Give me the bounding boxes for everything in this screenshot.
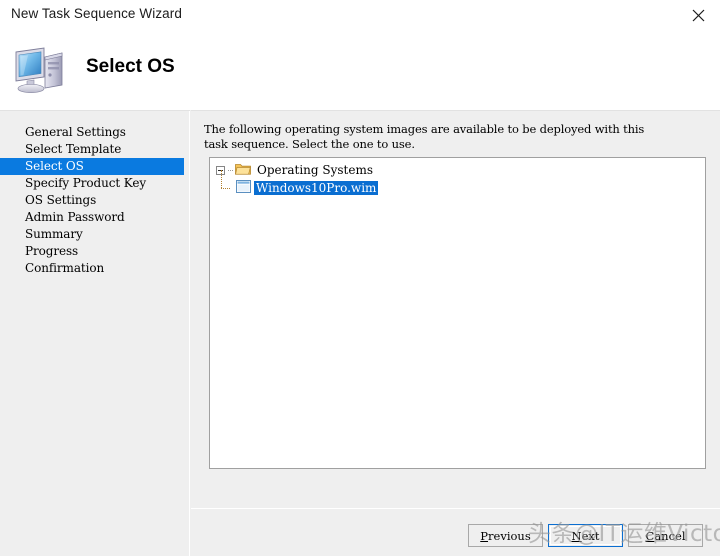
wizard-footer: Previous Next Cancel — [191, 512, 720, 556]
sidebar-item-confirmation[interactable]: Confirmation — [0, 260, 190, 277]
tree-connector — [228, 169, 233, 171]
sidebar-item-select-os[interactable]: Select OS — [0, 158, 184, 175]
sidebar-item-admin-password[interactable]: Admin Password — [0, 209, 190, 226]
computer-icon — [12, 44, 70, 96]
content-panel: The following operating system images ar… — [191, 111, 720, 508]
wizard-window: New Task Sequence Wizard Select OS Gener… — [0, 0, 720, 556]
cancel-button[interactable]: Cancel — [628, 524, 703, 547]
previous-button[interactable]: Previous — [468, 524, 543, 547]
wizard-header: Select OS — [0, 34, 720, 110]
wim-file-icon — [236, 180, 251, 196]
next-button[interactable]: Next — [548, 524, 623, 547]
sidebar-item-summary[interactable]: Summary — [0, 226, 190, 243]
tree-connector-horizontal — [221, 188, 230, 189]
tree-node-windows10pro-wim[interactable]: Windows10Pro.wim — [210, 170, 705, 197]
folder-icon — [235, 162, 251, 178]
sidebar-item-specify-product-key[interactable]: Specify Product Key — [0, 175, 190, 192]
tree-connector-vertical — [221, 170, 222, 188]
sidebar-item-select-template[interactable]: Select Template — [0, 141, 190, 158]
close-icon — [692, 9, 705, 22]
tree-node-label: Operating Systems — [257, 163, 374, 177]
close-button[interactable] — [676, 0, 720, 30]
page-title: Select OS — [86, 56, 175, 77]
title-bar: New Task Sequence Wizard — [0, 0, 720, 34]
os-image-tree[interactable]: Operating Systems Windows10Pro.wim — [209, 157, 706, 469]
wizard-step-sidebar: General Settings Select Template Select … — [0, 111, 190, 556]
tree-node-operating-systems[interactable]: Operating Systems — [210, 161, 705, 179]
sidebar-list: General Settings Select Template Select … — [0, 124, 190, 277]
previous-accel: P — [480, 528, 489, 543]
sidebar-item-general-settings[interactable]: General Settings — [0, 124, 190, 141]
next-label: ext — [581, 528, 600, 543]
previous-label: revious — [488, 528, 531, 543]
instruction-text: The following operating system images ar… — [204, 122, 645, 151]
tree-node-label: Windows10Pro.wim — [254, 181, 379, 195]
cancel-label: ancel — [654, 528, 686, 543]
sidebar-item-progress[interactable]: Progress — [0, 243, 190, 260]
footer-divider — [191, 508, 720, 509]
cancel-accel: C — [645, 528, 655, 543]
sidebar-item-os-settings[interactable]: OS Settings — [0, 192, 190, 209]
next-accel: N — [571, 528, 582, 543]
window-title: New Task Sequence Wizard — [11, 6, 182, 21]
